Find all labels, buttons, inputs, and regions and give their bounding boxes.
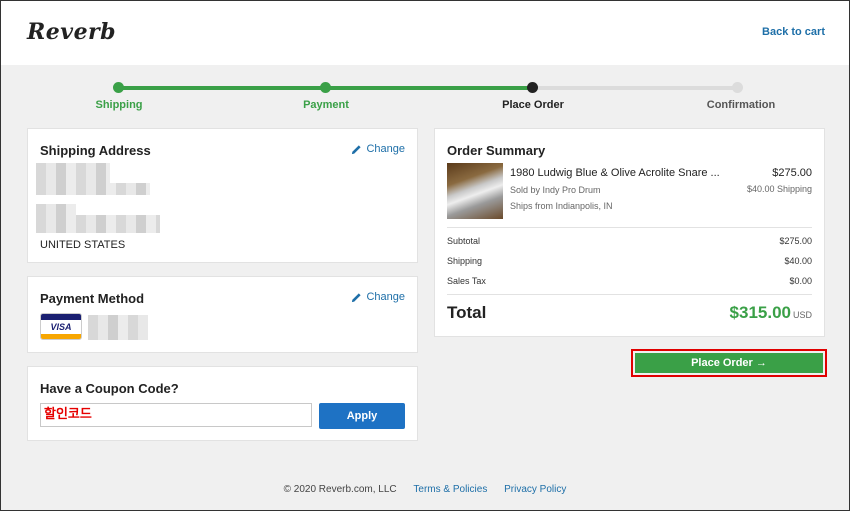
footer-copyright: © 2020 Reverb.com, LLC [283, 484, 397, 495]
step-dot-shipping [113, 82, 124, 93]
pencil-icon [352, 144, 362, 154]
step-dot-place-order [527, 82, 538, 93]
shipping-country: UNITED STATES [40, 239, 126, 251]
step-confirmation: Confirmation [706, 99, 776, 111]
step-place-order: Place Order [502, 99, 564, 111]
step-dot-confirmation [732, 82, 743, 93]
item-price: $275.00 [772, 167, 812, 179]
coupon-input[interactable]: 할인코드 [40, 403, 312, 427]
subtotal-label: Subtotal [447, 236, 481, 246]
shipping-address-card: Shipping Address Change UNITED STATES [27, 128, 418, 263]
sales-tax-label: Sales Tax [447, 276, 486, 286]
sales-tax-value: $0.00 [789, 276, 812, 286]
shipping-value: $40.00 [784, 256, 812, 266]
summary-divider [447, 227, 812, 228]
item-ships-from: Ships from Indianpolis, IN [510, 201, 613, 211]
checkout-progress: Shipping Payment Place Order Confirmatio… [1, 79, 849, 119]
total-label: Total [447, 303, 487, 322]
redacted-zip [36, 215, 160, 233]
coupon-title: Have a Coupon Code? [40, 381, 179, 396]
change-payment-label: Change [366, 291, 405, 303]
step-payment[interactable]: Payment [303, 99, 349, 111]
order-summary-title: Order Summary [447, 143, 546, 158]
site-header: Reverb Back to cart [1, 1, 849, 65]
change-shipping-link[interactable]: Change [351, 143, 405, 155]
total-value: $315.00 USD [730, 303, 812, 323]
payment-method-title: Payment Method [40, 291, 145, 306]
payment-method-card: Payment Method Change VISA [27, 276, 418, 353]
visa-card-icon: VISA [40, 313, 82, 340]
step-shipping[interactable]: Shipping [95, 99, 142, 111]
redacted-card-number [88, 315, 148, 340]
coupon-card: Have a Coupon Code? 할인코드 Apply [27, 366, 418, 441]
total-divider [447, 294, 812, 295]
product-thumbnail[interactable] [447, 163, 503, 219]
total-amount: $315.00 [729, 303, 791, 322]
place-order-button[interactable]: Place Order → [635, 353, 823, 373]
shipping-address-title: Shipping Address [40, 143, 151, 158]
reverb-logo[interactable]: Reverb [27, 19, 116, 45]
back-to-cart-link[interactable]: Back to cart [762, 26, 825, 38]
redacted-name [36, 163, 110, 183]
shipping-label: Shipping [447, 256, 483, 266]
card-brand: VISA [41, 320, 81, 334]
place-order-highlight: Place Order → [631, 349, 827, 377]
step-dot-payment [320, 82, 331, 93]
privacy-link[interactable]: Privacy Policy [504, 484, 566, 495]
redacted-address-line [36, 183, 150, 195]
order-summary-card: Order Summary 1980 Ludwig Blue & Olive A… [434, 128, 825, 337]
terms-link[interactable]: Terms & Policies [413, 484, 487, 495]
item-name[interactable]: 1980 Ludwig Blue & Olive Acrolite Snare … [510, 167, 730, 179]
item-seller: Sold by Indy Pro Drum [510, 185, 601, 195]
subtotal-value: $275.00 [779, 236, 812, 246]
total-currency: USD [792, 310, 812, 320]
pencil-icon [352, 292, 362, 302]
item-shipping-note: $40.00 Shipping [746, 184, 812, 194]
site-footer: © 2020 Reverb.com, LLC Terms & Policies … [1, 484, 849, 495]
apply-coupon-button[interactable]: Apply [319, 403, 405, 429]
progress-track-remaining [532, 86, 738, 90]
change-shipping-label: Change [366, 143, 405, 155]
change-payment-link[interactable]: Change [351, 291, 405, 303]
